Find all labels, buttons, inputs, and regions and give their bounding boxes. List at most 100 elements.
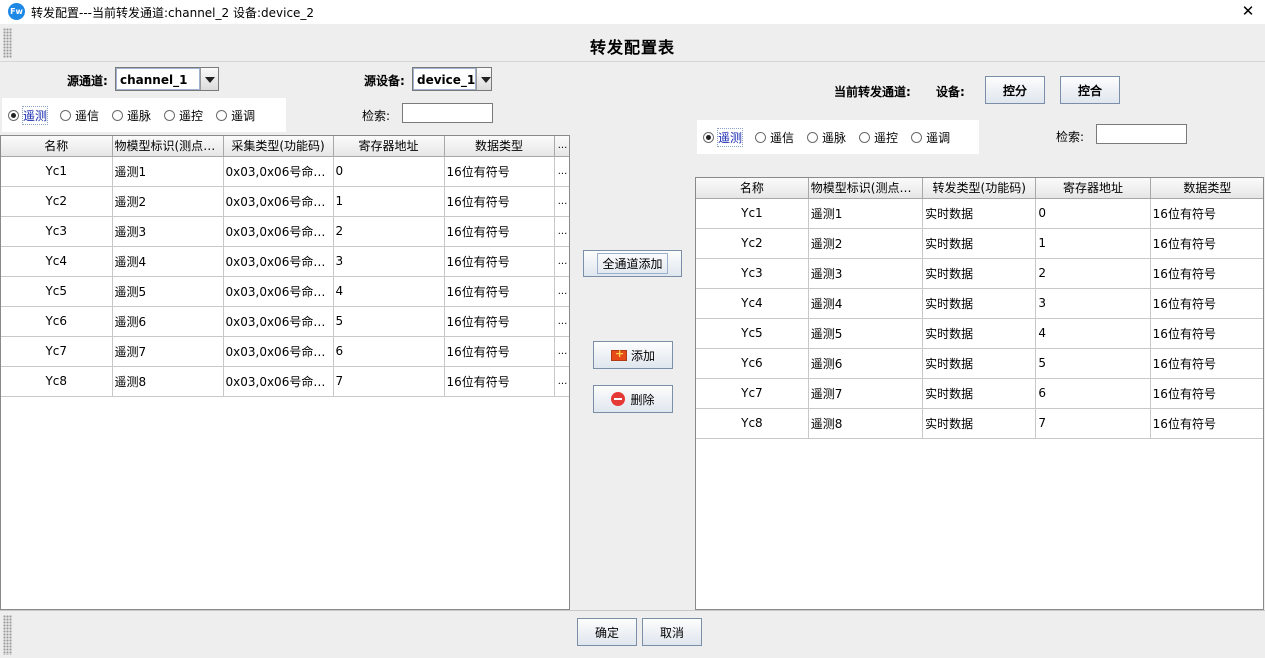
- right-radio-2[interactable]: 遥脉: [807, 129, 846, 146]
- table-cell[interactable]: 0x03,0x06号命令(...: [223, 216, 334, 247]
- table-cell[interactable]: ...: [554, 156, 569, 187]
- table-cell[interactable]: Yc3: [696, 258, 809, 289]
- ok-button[interactable]: 确定: [577, 618, 637, 646]
- table-cell[interactable]: 遥测1: [808, 198, 924, 229]
- table-cell[interactable]: Yc6: [1, 306, 113, 337]
- radio-dot-icon[interactable]: [216, 109, 228, 121]
- table-cell[interactable]: 实时数据: [922, 258, 1037, 289]
- table-cell[interactable]: Yc3: [1, 216, 113, 247]
- table-cell[interactable]: 6: [333, 336, 445, 367]
- right-radio-0[interactable]: 遥测: [703, 127, 744, 147]
- column-header[interactable]: 转发类型(功能码): [922, 178, 1037, 199]
- close-icon[interactable]: ✕: [1239, 1, 1257, 21]
- radio-dot-icon[interactable]: [911, 131, 923, 143]
- table-cell[interactable]: ...: [554, 276, 569, 307]
- table-row[interactable]: Yc8 遥测8 实时数据 7 16位有符号: [696, 408, 1263, 439]
- table-cell[interactable]: 3: [1035, 288, 1151, 319]
- column-header[interactable]: 采集类型(功能码): [223, 136, 334, 157]
- table-cell[interactable]: 遥测3: [112, 216, 224, 247]
- table-cell[interactable]: 16位有符号: [1150, 348, 1263, 379]
- table-row[interactable]: Yc4 遥测4 0x03,0x06号命令(... 3 16位有符号...: [1, 246, 569, 277]
- table-cell[interactable]: 遥测2: [808, 228, 924, 259]
- table-row[interactable]: Yc2 遥测2 实时数据 1 16位有符号: [696, 228, 1263, 259]
- chevron-down-icon[interactable]: [200, 68, 218, 90]
- table-cell[interactable]: 16位有符号: [444, 246, 555, 277]
- left-radio-3[interactable]: 遥控: [164, 107, 203, 124]
- table-cell[interactable]: Yc2: [1, 186, 113, 217]
- table-row[interactable]: Yc8 遥测8 0x03,0x06号命令(... 7 16位有符号...: [1, 366, 569, 397]
- table-cell[interactable]: Yc2: [696, 228, 809, 259]
- table-cell[interactable]: 遥测7: [112, 336, 224, 367]
- table-row[interactable]: Yc6 遥测6 实时数据 5 16位有符号: [696, 348, 1263, 379]
- column-header[interactable]: 名称: [1, 136, 113, 157]
- table-cell[interactable]: 遥测8: [808, 408, 924, 439]
- radio-dot-icon[interactable]: [807, 131, 819, 143]
- add-all-channels-button[interactable]: 全通道添加: [583, 250, 682, 277]
- table-cell[interactable]: 遥测1: [112, 156, 224, 187]
- table-cell[interactable]: 7: [1035, 408, 1151, 439]
- table-cell[interactable]: Yc8: [696, 408, 809, 439]
- table-cell[interactable]: 5: [333, 306, 445, 337]
- table-cell[interactable]: ...: [554, 366, 569, 397]
- table-cell[interactable]: 遥测5: [112, 276, 224, 307]
- control-close-button[interactable]: 控合: [1060, 76, 1120, 104]
- table-cell[interactable]: 16位有符号: [444, 306, 555, 337]
- table-cell[interactable]: 实时数据: [922, 408, 1037, 439]
- control-open-button[interactable]: 控分: [985, 76, 1045, 104]
- table-cell[interactable]: 遥测5: [808, 318, 924, 349]
- left-radio-0[interactable]: 遥测: [8, 105, 49, 125]
- left-radio-1[interactable]: 遥信: [60, 107, 99, 124]
- table-cell[interactable]: 实时数据: [922, 228, 1037, 259]
- right-search-input[interactable]: [1096, 124, 1187, 144]
- table-cell[interactable]: 0x03,0x06号命令(...: [223, 336, 334, 367]
- table-row[interactable]: Yc3 遥测3 0x03,0x06号命令(... 2 16位有符号...: [1, 216, 569, 247]
- table-cell[interactable]: 实时数据: [922, 378, 1037, 409]
- left-radio-2[interactable]: 遥脉: [112, 107, 151, 124]
- table-cell[interactable]: 16位有符号: [1150, 288, 1263, 319]
- table-cell[interactable]: 16位有符号: [1150, 318, 1263, 349]
- table-cell[interactable]: 遥测7: [808, 378, 924, 409]
- table-cell[interactable]: 实时数据: [922, 318, 1037, 349]
- right-radio-1[interactable]: 遥信: [755, 129, 794, 146]
- table-cell[interactable]: 遥测6: [112, 306, 224, 337]
- chevron-down-icon[interactable]: [476, 68, 491, 90]
- table-row[interactable]: Yc3 遥测3 实时数据 2 16位有符号: [696, 258, 1263, 289]
- table-cell[interactable]: Yc4: [1, 246, 113, 277]
- table-cell[interactable]: Yc6: [696, 348, 809, 379]
- add-button[interactable]: 添加: [593, 341, 673, 369]
- table-cell[interactable]: 7: [333, 366, 445, 397]
- table-cell[interactable]: 16位有符号: [444, 156, 555, 187]
- table-cell[interactable]: ...: [554, 246, 569, 277]
- table-cell[interactable]: 16位有符号: [444, 216, 555, 247]
- table-cell[interactable]: 0x03,0x06号命令(...: [223, 276, 334, 307]
- table-cell[interactable]: ...: [554, 336, 569, 367]
- right-radio-3[interactable]: 遥控: [859, 129, 898, 146]
- table-cell[interactable]: 遥测8: [112, 366, 224, 397]
- cancel-button[interactable]: 取消: [642, 618, 702, 646]
- table-cell[interactable]: ...: [554, 306, 569, 337]
- radio-dot-icon[interactable]: [60, 109, 72, 121]
- table-cell[interactable]: 遥测4: [112, 246, 224, 277]
- table-cell[interactable]: 1: [1035, 228, 1151, 259]
- table-row[interactable]: Yc5 遥测5 0x03,0x06号命令(... 4 16位有符号...: [1, 276, 569, 307]
- table-cell[interactable]: 16位有符号: [444, 366, 555, 397]
- column-header[interactable]: 寄存器地址: [1035, 178, 1151, 199]
- column-header[interactable]: ...: [554, 136, 569, 157]
- table-cell[interactable]: 3: [333, 246, 445, 277]
- table-cell[interactable]: 4: [333, 276, 445, 307]
- table-row[interactable]: Yc2 遥测2 0x03,0x06号命令(... 1 16位有符号...: [1, 186, 569, 217]
- table-cell[interactable]: Yc1: [696, 198, 809, 229]
- table-row[interactable]: Yc4 遥测4 实时数据 3 16位有符号: [696, 288, 1263, 319]
- delete-button[interactable]: 删除: [593, 385, 673, 413]
- radio-dot-icon[interactable]: [112, 109, 124, 121]
- table-cell[interactable]: 16位有符号: [1150, 198, 1263, 229]
- table-cell[interactable]: ...: [554, 216, 569, 247]
- table-cell[interactable]: 遥测3: [808, 258, 924, 289]
- table-cell[interactable]: 5: [1035, 348, 1151, 379]
- table-cell[interactable]: Yc7: [1, 336, 113, 367]
- source-channel-select[interactable]: channel_1: [115, 67, 219, 91]
- table-cell[interactable]: 实时数据: [922, 198, 1037, 229]
- left-radio-4[interactable]: 遥调: [216, 107, 255, 124]
- table-cell[interactable]: 0x03,0x06号命令(...: [223, 306, 334, 337]
- table-cell[interactable]: Yc7: [696, 378, 809, 409]
